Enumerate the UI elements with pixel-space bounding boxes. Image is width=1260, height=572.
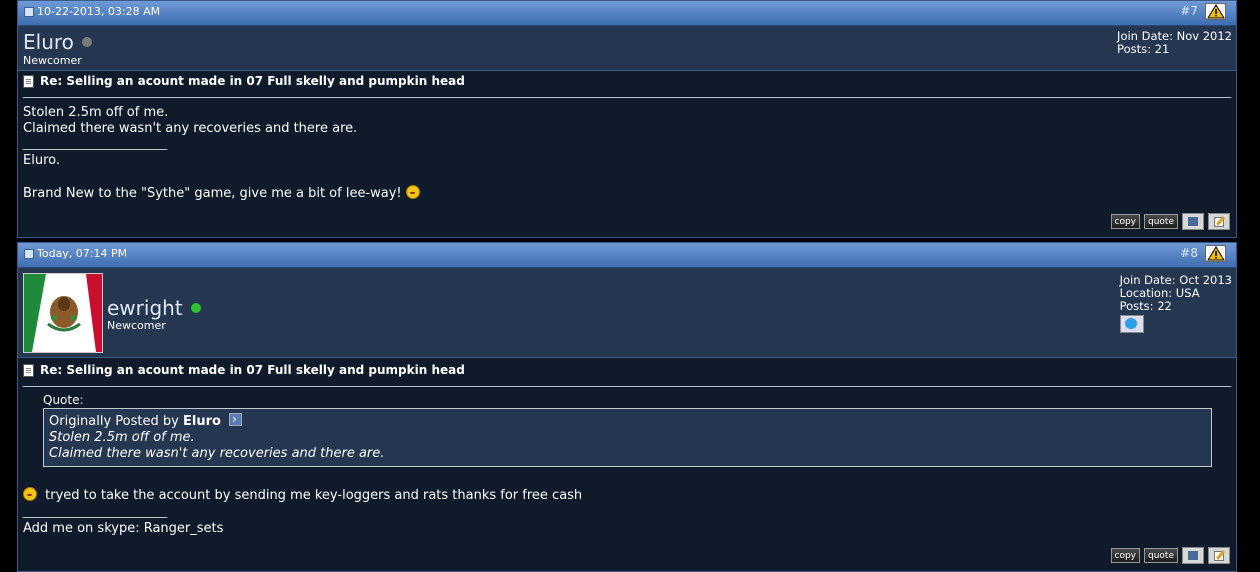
signature-line-wrap: Brand New to the "Sythe" game, give me a… (23, 185, 420, 202)
page-icon (23, 363, 34, 377)
user-stats: Join Date: Oct 2013 Location: USA Posts:… (1119, 274, 1232, 333)
post-body: Stolen 2.5m off of me. Claimed there was… (23, 105, 357, 137)
post-body: tryed to take the account by sending me … (23, 487, 582, 504)
view-post-arrow-icon[interactable] (229, 411, 243, 427)
quote-author: Eluro (182, 414, 221, 429)
user-title: Newcomer (107, 319, 166, 332)
post-date: 10-22-2013, 03:28 AM (24, 5, 160, 18)
user-info-bar: Eluro Newcomer Join Date: Nov 2012 Posts… (18, 26, 1236, 71)
post-icon (24, 248, 34, 259)
multiquote-icon[interactable] (1182, 213, 1204, 230)
offline-status-icon (81, 37, 92, 47)
divider (23, 386, 1231, 387)
quote-line: Stolen 2.5m off of me. (49, 430, 195, 445)
signature-line: Eluro. (23, 153, 60, 168)
posts-count: Posts: 21 (1117, 42, 1170, 56)
body-line: Stolen 2.5m off of me. (23, 105, 169, 120)
post-date-text: Today, 07:14 PM (37, 247, 128, 260)
post-header: Today, 07:14 PM #8 (18, 243, 1236, 268)
user-stats: Join Date: Nov 2012 Posts: 21 (1117, 30, 1232, 56)
mexico-flag-avatar-icon (24, 274, 102, 352)
copy-button[interactable]: copy (1110, 548, 1140, 563)
post-8: Today, 07:14 PM #8 ewright Newcomer Join… (17, 242, 1237, 572)
quote-line: Claimed there wasn't any recoveries and … (49, 446, 385, 461)
avatar[interactable] (23, 273, 103, 353)
tongue-smiley-icon (405, 185, 420, 199)
multiquote-icon[interactable] (1182, 547, 1204, 564)
posts-count: Posts: 22 (1119, 299, 1172, 313)
report-post-icon[interactable] (1205, 3, 1226, 20)
post-title-text: Re: Selling an acount made in 07 Full sk… (40, 363, 465, 377)
quote-box: Originally Posted by Eluro Stolen 2.5m o… (43, 408, 1212, 467)
username-text[interactable]: ewright (107, 296, 183, 320)
username-text[interactable]: Eluro (23, 30, 74, 54)
post-number-link[interactable]: #7 (1180, 4, 1198, 18)
post-header: 10-22-2013, 03:28 AM #7 (18, 1, 1236, 26)
body-line: Claimed there wasn't any recoveries and … (23, 121, 358, 136)
signature-divider (23, 517, 167, 518)
body-line: tryed to take the account by sending me … (45, 488, 583, 503)
quick-reply-icon[interactable] (1208, 213, 1230, 230)
signature-line: Brand New to the "Sythe" game, give me a… (23, 186, 402, 201)
post-7: 10-22-2013, 03:28 AM #7 Eluro Newcomer J… (17, 0, 1237, 238)
post-title: Re: Selling an acount made in 07 Full sk… (23, 74, 465, 88)
online-status-icon (190, 303, 201, 313)
quote-attribution: Originally Posted by Eluro (49, 411, 1206, 430)
signature-divider (23, 149, 167, 150)
quote-button[interactable]: quote (1144, 548, 1178, 563)
post-title: Re: Selling an acount made in 07 Full sk… (23, 363, 465, 377)
quote-label: Quote: (43, 393, 84, 407)
post-number-link[interactable]: #8 (1180, 246, 1198, 260)
quote-originally-text: Originally Posted by (49, 414, 179, 429)
signature: Add me on skype: Ranger_sets (23, 521, 223, 537)
quote-button[interactable]: quote (1144, 214, 1178, 229)
page-icon (23, 74, 34, 88)
user-title: Newcomer (23, 54, 82, 67)
post-icon (24, 6, 34, 17)
post-actions: copy quote (1110, 213, 1230, 230)
quick-reply-icon[interactable] (1208, 547, 1230, 564)
post-actions: copy quote (1110, 547, 1230, 564)
username-link[interactable]: Eluro (23, 30, 92, 54)
divider (23, 97, 1231, 98)
signature: Eluro. Brand New to the "Sythe" game, gi… (23, 153, 420, 202)
post-title-text: Re: Selling an acount made in 07 Full sk… (40, 74, 465, 88)
skype-icon[interactable] (1119, 315, 1144, 333)
post-date-text: 10-22-2013, 03:28 AM (37, 5, 161, 18)
username-link[interactable]: ewright (107, 296, 201, 320)
report-post-icon[interactable] (1205, 245, 1226, 262)
post-date: Today, 07:14 PM (24, 247, 127, 260)
signature-line: Add me on skype: Ranger_sets (23, 521, 224, 536)
copy-button[interactable]: copy (1110, 214, 1140, 229)
user-info-bar: ewright Newcomer Join Date: Oct 2013 Loc… (18, 268, 1236, 358)
laughing-smiley-icon (23, 487, 37, 501)
